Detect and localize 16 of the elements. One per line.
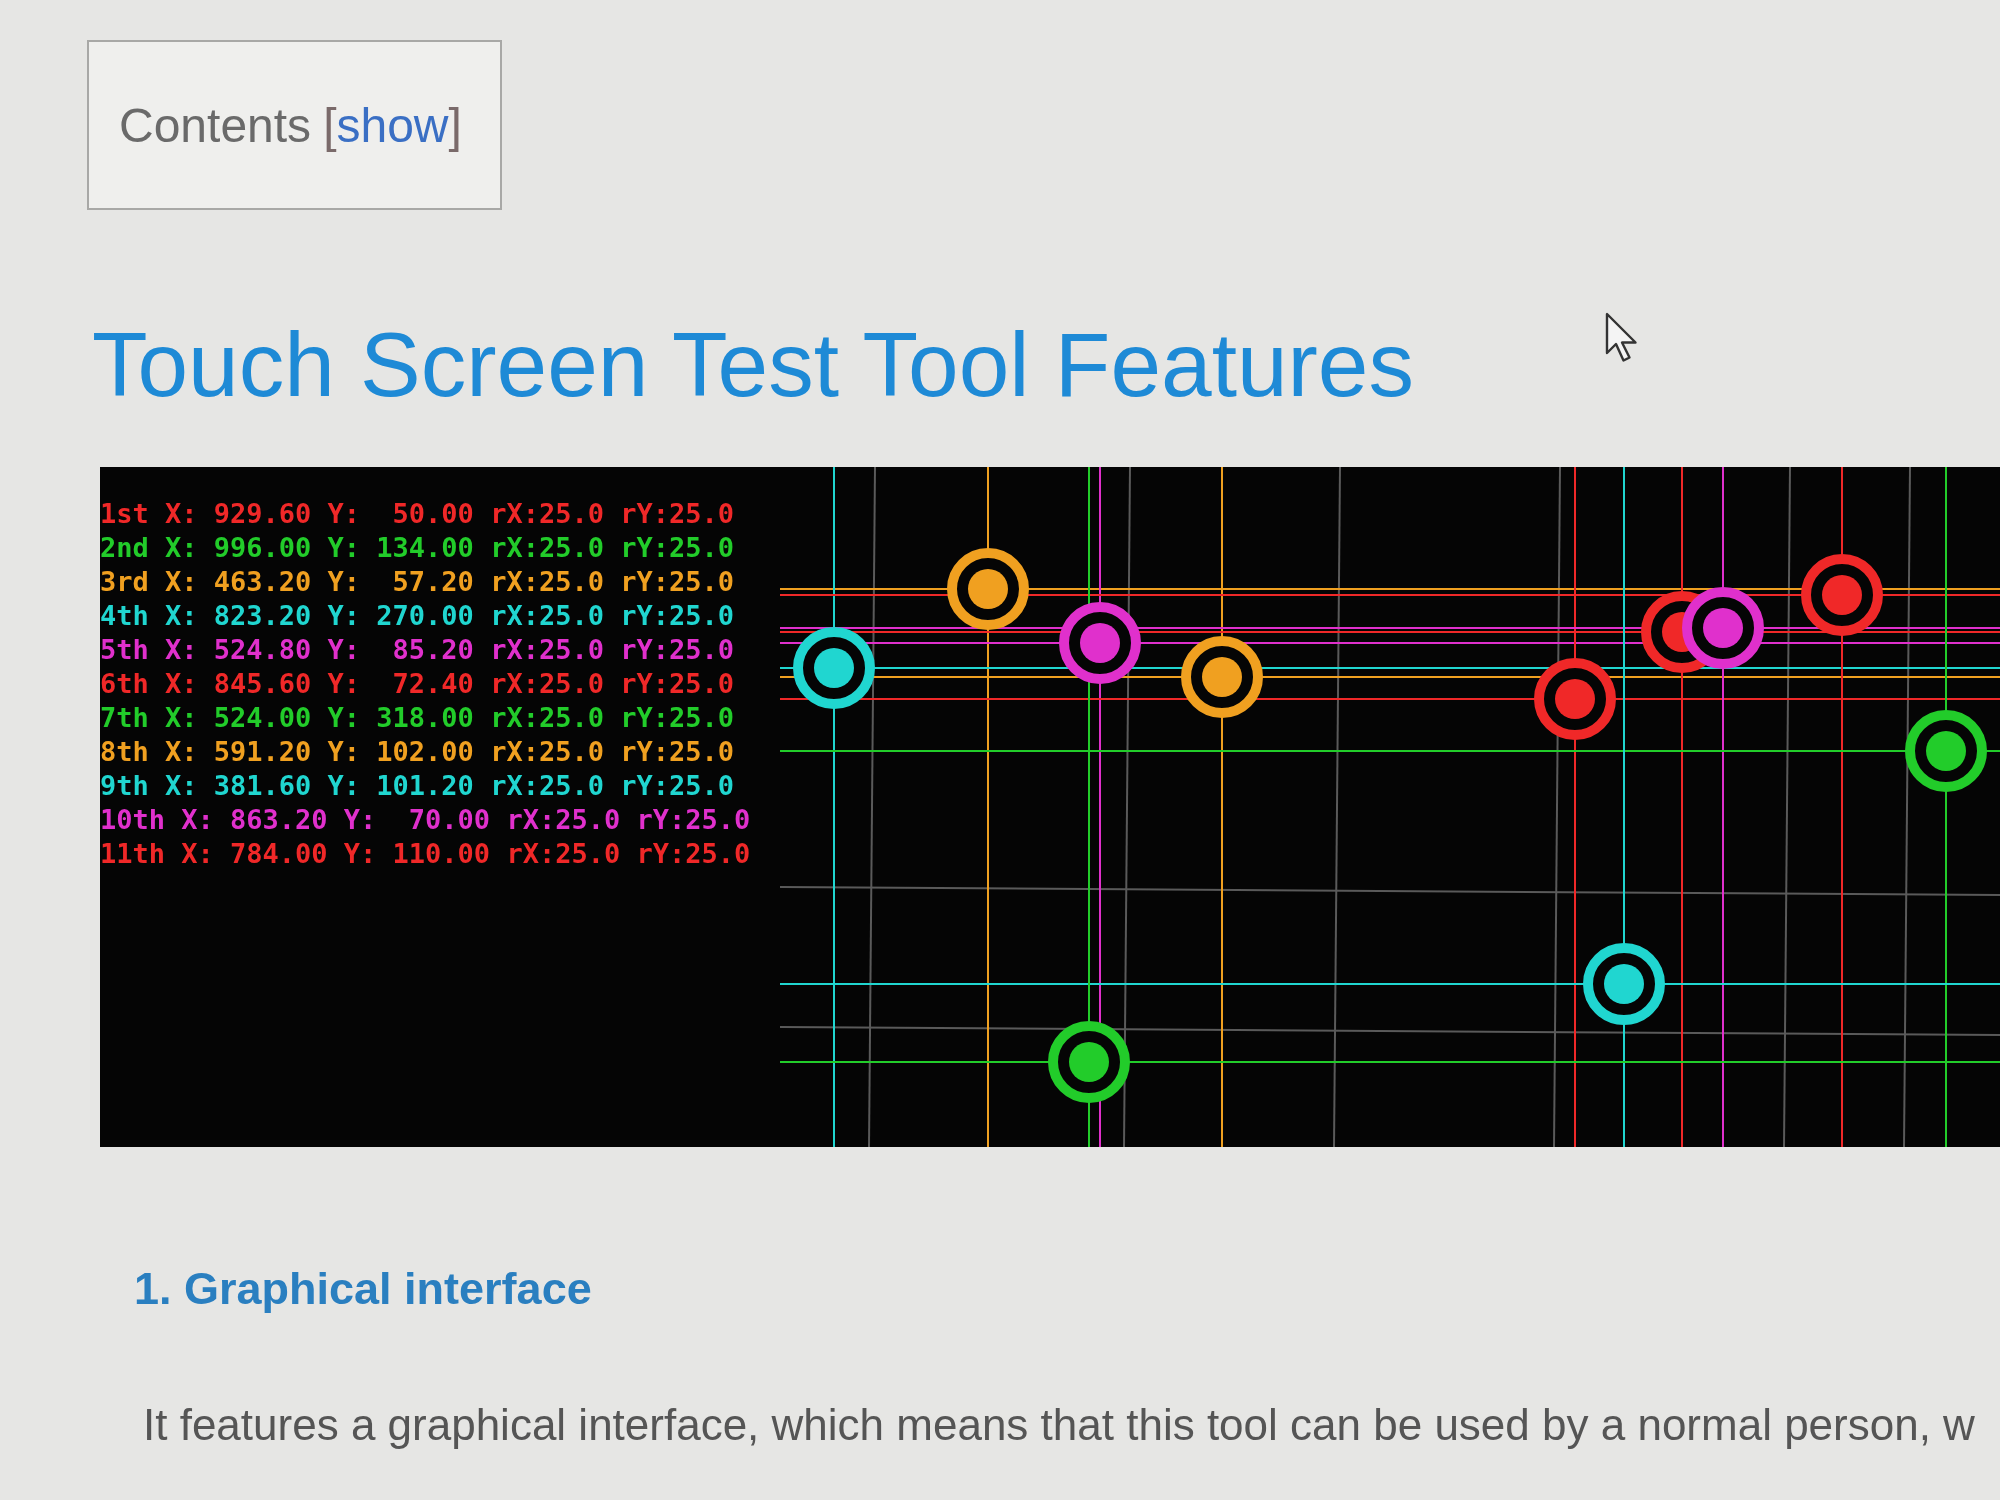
- touch-reading: 2nd X: 996.00 Y: 134.00 rX:25.0 rY:25.0: [100, 531, 734, 566]
- page-heading: Touch Screen Test Tool Features: [92, 313, 1414, 417]
- show-link[interactable]: [show]: [323, 97, 462, 153]
- touch-reading: 4th X: 823.20 Y: 270.00 rX:25.0 rY:25.0: [100, 599, 734, 634]
- touch-reading: 5th X: 524.80 Y: 85.20 rX:25.0 rY:25.0: [100, 633, 734, 668]
- touch-reading: 7th X: 524.00 Y: 318.00 rX:25.0 rY:25.0: [100, 701, 734, 736]
- touch-reading: 3rd X: 463.20 Y: 57.20 rX:25.0 rY:25.0: [100, 565, 734, 600]
- section-heading: 1. Graphical interface: [134, 1262, 592, 1317]
- touch-reading: 1st X: 929.60 Y: 50.00 rX:25.0 rY:25.0: [100, 497, 734, 532]
- body-paragraph: It features a graphical interface, which means that this tool can be used by a normal person, w: [143, 1399, 1975, 1452]
- touch-reading: 10th X: 863.20 Y: 70.00 rX:25.0 rY:25.0: [100, 803, 751, 838]
- touch-reading: 8th X: 591.20 Y: 102.00 rX:25.0 rY:25.0: [100, 735, 734, 770]
- contents-title: Contents: [119, 97, 312, 153]
- touch-reading: 11th X: 784.00 Y: 110.00 rX:25.0 rY:25.0: [100, 837, 751, 872]
- touch-reading: 9th X: 381.60 Y: 101.20 rX:25.0 rY:25.0: [100, 769, 734, 804]
- touch-reading: 6th X: 845.60 Y: 72.40 rX:25.0 rY:25.0: [100, 667, 734, 702]
